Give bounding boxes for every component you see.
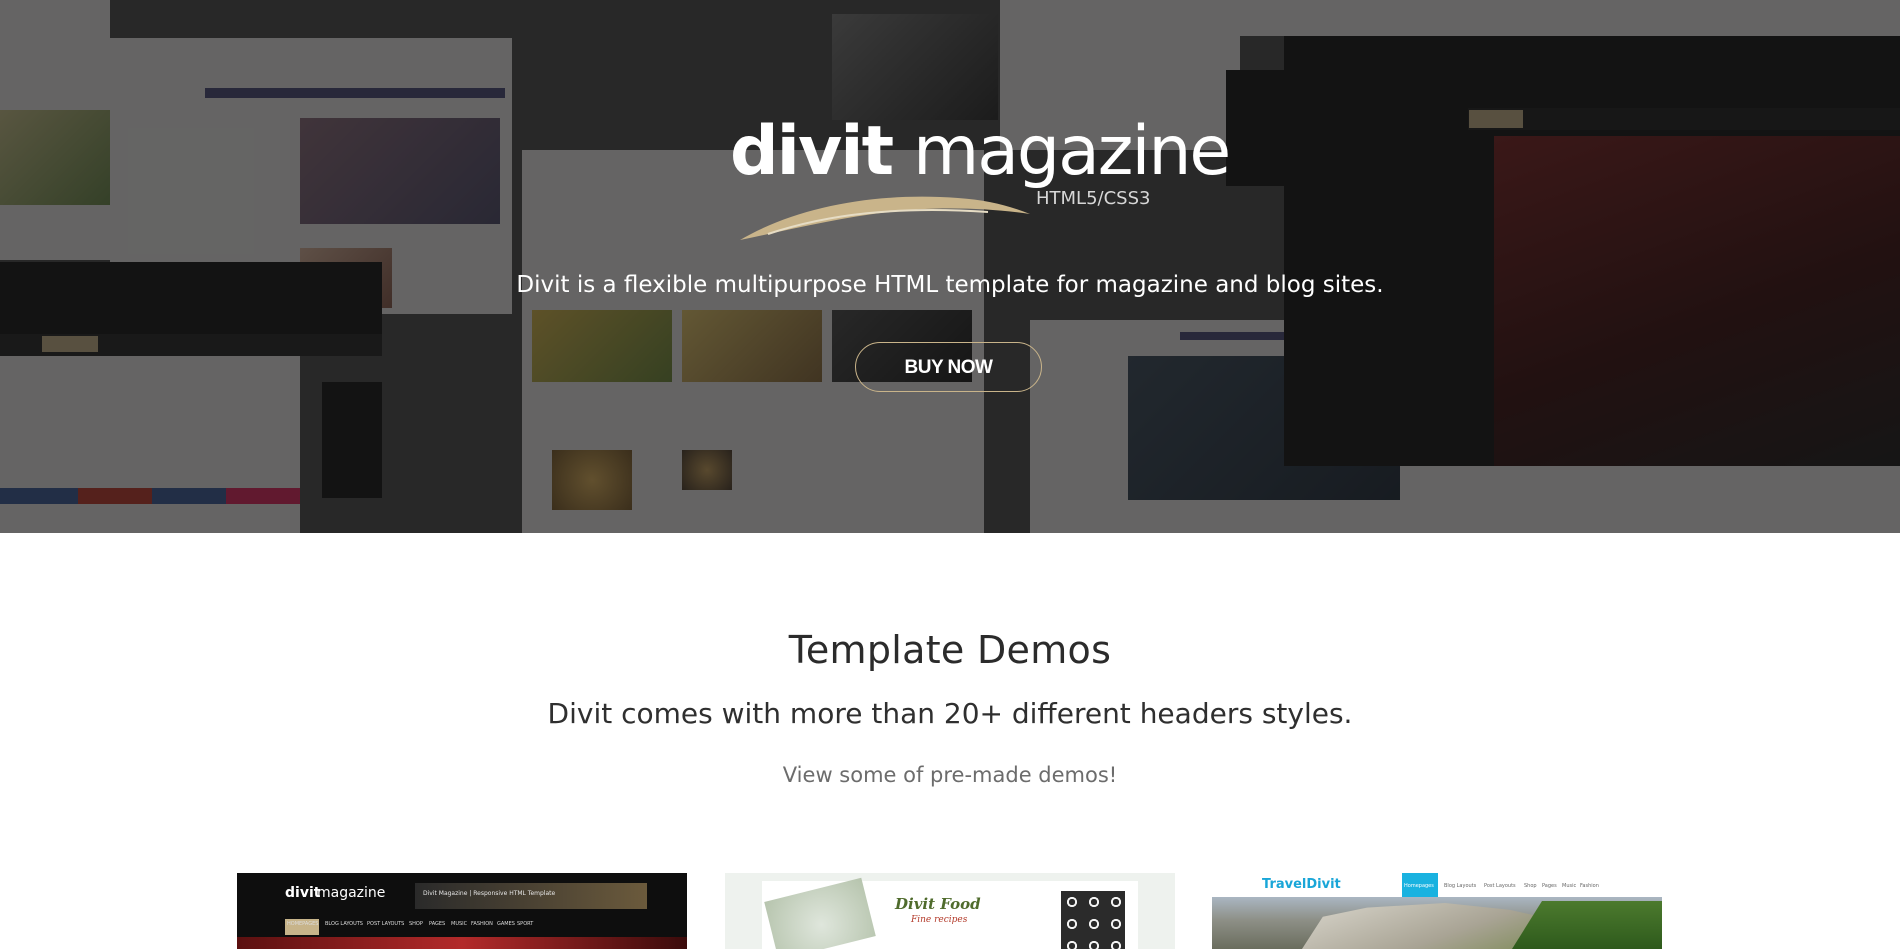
logo-swoosh-icon — [740, 196, 1030, 240]
demo-magazine-nav-item: FASHION — [471, 921, 493, 927]
demo-magazine-logo-light: magazine — [317, 885, 386, 901]
demo-magazine-nav-item: HOMEPAGES — [287, 921, 319, 927]
hero-content: divit magazine HTML5/CSS3 Divit is a fle… — [0, 0, 1900, 533]
demo-travel-nav-item: Shop — [1524, 883, 1537, 889]
demo-food-logo: Divit Food — [895, 895, 981, 913]
demo-food-sushi-image — [1061, 891, 1125, 949]
demo-travel-logo: TravelDivit — [1262, 877, 1341, 892]
demo-magazine-nav-item: SPORT — [517, 921, 534, 927]
logo-text-bold: divit — [730, 112, 894, 191]
hero-section: divit magazine HTML5/CSS3 Divit is a fle… — [0, 0, 1900, 533]
demo-magazine-nav: HOMEPAGES BLOG LAYOUTS POST LAYOUTS SHOP… — [283, 921, 663, 935]
demo-magazine-nav-item: MUSIC — [451, 921, 468, 927]
demo-magazine-hero-image — [237, 937, 687, 949]
demo-magazine-logo-bold: divit — [285, 885, 321, 901]
section-subtitle: Divit comes with more than 20+ different… — [547, 697, 1353, 730]
demo-travel-nav-item: Fashion — [1580, 883, 1599, 889]
demo-travel-nav-item: Post Layouts — [1484, 883, 1516, 889]
demo-travel-nav-item: Pages — [1542, 883, 1557, 889]
demo-food-subtitle: Fine recipes — [911, 915, 968, 925]
demo-travel-nav-item: Homepages — [1404, 883, 1434, 889]
section-title: Template Demos — [788, 628, 1112, 672]
demo-magazine-nav-item: POST LAYOUTS — [367, 921, 405, 927]
section-note: View some of pre-made demos! — [782, 763, 1118, 787]
demo-magazine-nav-item: SHOP — [409, 921, 423, 927]
logo-subtitle: HTML5/CSS3 — [1036, 188, 1151, 209]
demo-magazine-nav-item: GAMES — [497, 921, 515, 927]
demo-card-travel[interactable]: TravelDivit Homepages Blog Layouts Post … — [1212, 873, 1662, 949]
demo-magazine-banner-text: Divit Magazine | Responsive HTML Templat… — [423, 890, 556, 897]
logo-text-light: magazine — [913, 112, 1231, 191]
buy-now-button[interactable]: BUY NOW — [855, 342, 1042, 392]
demo-travel-nav-item: Blog Layouts — [1444, 883, 1477, 889]
demo-magazine-nav-item: BLOG LAYOUTS — [325, 921, 363, 927]
demo-travel-nav-item: Music — [1562, 883, 1577, 889]
demo-card-magazine[interactable]: divit magazine Divit Magazine | Responsi… — [237, 873, 687, 949]
hero-tagline: Divit is a flexible multipurpose HTML te… — [516, 272, 1384, 298]
demo-magazine-nav-item: PAGES — [429, 921, 446, 927]
divit-magazine-logo: divit magazine HTML5/CSS3 — [730, 112, 1231, 240]
demo-card-food[interactable]: Divit Food Fine recipes — [725, 873, 1175, 949]
